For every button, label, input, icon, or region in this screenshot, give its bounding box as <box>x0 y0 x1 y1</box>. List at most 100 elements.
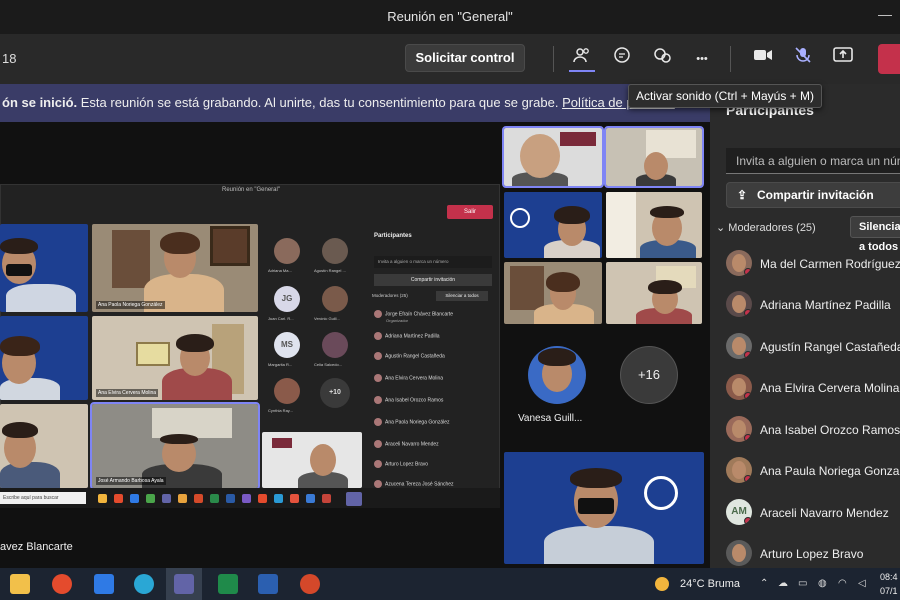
participant-row[interactable]: Ana Paula Noriega Gonzalez <box>726 457 900 485</box>
onedrive-icon[interactable]: ☁ <box>778 578 788 589</box>
featured-avatar <box>528 346 586 404</box>
weather-text[interactable]: 24°C Bruma <box>680 578 740 590</box>
participant-avatar <box>726 333 752 359</box>
invite-input[interactable]: Invita a alguien o marca un número <box>726 148 900 174</box>
request-control-button[interactable]: Solicitar control <box>405 44 525 72</box>
tiny-app-icon <box>178 494 187 503</box>
participant-avatar <box>726 540 752 566</box>
moderators-header[interactable]: ⌄ Moderadores (25) <box>716 221 816 234</box>
mini-avatar <box>322 286 348 312</box>
mini-name: Celia Salcedo... <box>314 362 343 367</box>
gallery-video-tile[interactable] <box>606 262 702 324</box>
excel-icon[interactable] <box>218 574 238 594</box>
shared-moderators-header: Moderadores (25) <box>372 293 408 298</box>
tiny-app-icon <box>194 494 203 503</box>
leave-icon[interactable] <box>878 44 900 74</box>
file-explorer-icon[interactable] <box>10 574 30 594</box>
tiny-app-icon <box>98 494 107 503</box>
tiny-app-icon <box>274 494 283 503</box>
shared-participants-title: Participantes <box>374 233 412 239</box>
participant-row[interactable]: Ana Elvira Cervera Molina <box>726 374 900 402</box>
tiny-app-icon <box>210 494 219 503</box>
gallery-video-tile[interactable] <box>504 452 704 564</box>
clock-time[interactable]: 08:4 <box>880 572 898 582</box>
mini-avatar: MS <box>274 332 300 358</box>
shared-list-item: Agustín Rangel Castañeda <box>374 352 445 360</box>
gallery-video-tile[interactable] <box>504 192 602 258</box>
reactions-icon[interactable] <box>649 46 675 72</box>
chevron-down-icon: ⌄ <box>716 222 729 234</box>
window-title: Reunión en "General" <box>387 9 513 24</box>
gallery-video-tile[interactable] <box>502 126 604 188</box>
word-icon[interactable] <box>258 574 278 594</box>
tiny-app-icon <box>162 494 171 503</box>
chrome-icon[interactable] <box>52 574 72 594</box>
powerpoint-icon[interactable] <box>300 574 320 594</box>
participant-row[interactable]: Agustín Rangel Castañeda <box>726 333 900 361</box>
presenter-name: avez Blancarte <box>0 541 73 553</box>
shared-video-tile <box>0 224 88 312</box>
recording-banner: ón se inició. Esta reunión se está graba… <box>0 84 710 122</box>
unmute-tooltip: Activar sonido (Ctrl + Mayús + M) <box>628 84 822 108</box>
gallery-video-tile[interactable] <box>606 192 702 258</box>
tiny-app-icon <box>242 494 251 503</box>
participant-row[interactable]: Ma del Carmen Rodríguez Ra... <box>726 250 900 278</box>
tile-name: José Armando Barbosa Ayala <box>96 477 166 485</box>
mic-off-icon[interactable] <box>790 46 816 72</box>
participants-panel: Participantes Invita a alguien o marca u… <box>710 84 900 568</box>
meeting-toolbar: 18 Solicitar control ••• <box>0 34 900 84</box>
participant-avatar <box>726 291 752 317</box>
share-tray-icon[interactable] <box>830 46 856 72</box>
outlook-icon[interactable] <box>94 574 114 594</box>
minimize-icon[interactable]: — <box>878 6 892 22</box>
shared-list-item: Ana Elvira Cervera Molina <box>374 374 443 382</box>
participant-avatar: AM <box>726 499 752 525</box>
mute-all-button[interactable]: Silenciar a todos <box>850 216 900 253</box>
gallery-overflow-count[interactable]: +16 <box>620 346 678 404</box>
wifi-icon[interactable]: ◠ <box>838 578 847 589</box>
tiny-app-icon <box>114 494 123 503</box>
teams-icon[interactable] <box>174 574 194 594</box>
shared-list-item: Ana Paola Noriega González <box>374 418 450 426</box>
chevron-up-icon[interactable]: ⌃ <box>760 578 768 589</box>
shared-list-item: Araceli Navarro Mendez <box>374 440 439 448</box>
tiny-app-icon <box>258 494 267 503</box>
gallery-video-tile[interactable] <box>504 262 602 324</box>
participant-name: Ma del Carmen Rodríguez Ra... <box>760 257 900 271</box>
shared-list-item: Jorge Efraín Chávez Blancarte <box>374 310 453 318</box>
banner-bold-text: ón se inició. <box>2 95 78 110</box>
network-icon[interactable]: ▭ <box>798 578 807 589</box>
participant-name: Ana Elvira Cervera Molina <box>760 381 900 395</box>
participant-row[interactable]: Adriana Martínez Padilla <box>726 291 900 319</box>
shared-video-tile <box>262 432 362 488</box>
shared-list-role: Organizador <box>386 318 409 323</box>
edge-icon[interactable] <box>134 574 154 594</box>
participant-row[interactable]: AM Araceli Navarro Mendez <box>726 499 900 527</box>
camera-icon[interactable] <box>750 46 776 72</box>
participant-row[interactable]: Ana Isabel Orozco Ramos <box>726 416 900 444</box>
share-invite-button[interactable]: ⇪ Compartir invitación <box>726 182 900 208</box>
more-icon[interactable]: ••• <box>689 46 715 72</box>
participant-name: Ana Isabel Orozco Ramos <box>760 423 900 437</box>
weather-icon <box>655 577 669 591</box>
mini-avatar <box>322 332 348 358</box>
chat-icon[interactable] <box>609 46 635 72</box>
tiny-app-icon <box>322 494 331 503</box>
mini-name: Verónic Guill... <box>314 316 340 321</box>
tiny-app-icon <box>346 492 362 506</box>
shared-search-box: Escribe aquí para buscar <box>0 492 86 504</box>
gallery-video-tile[interactable] <box>604 126 704 188</box>
security-icon[interactable]: ◍ <box>818 578 827 589</box>
tiny-app-icon <box>290 494 299 503</box>
clock-date[interactable]: 07/1 <box>880 586 898 596</box>
volume-icon[interactable]: ◁ <box>858 578 866 589</box>
mini-avatar <box>274 238 300 264</box>
mini-name: Adriana Ma... <box>268 268 292 273</box>
shared-invite-input: Invita a alguien o marca un número <box>374 256 492 268</box>
people-icon[interactable] <box>569 46 595 72</box>
mini-name: Juan Carl. R... <box>268 316 294 321</box>
participant-avatar <box>726 250 752 276</box>
share-icon: ⇪ <box>737 188 748 202</box>
participant-row[interactable]: Arturo Lopez Bravo <box>726 540 900 568</box>
tile-name: Ana Elvira Cervera Molina <box>96 389 159 397</box>
